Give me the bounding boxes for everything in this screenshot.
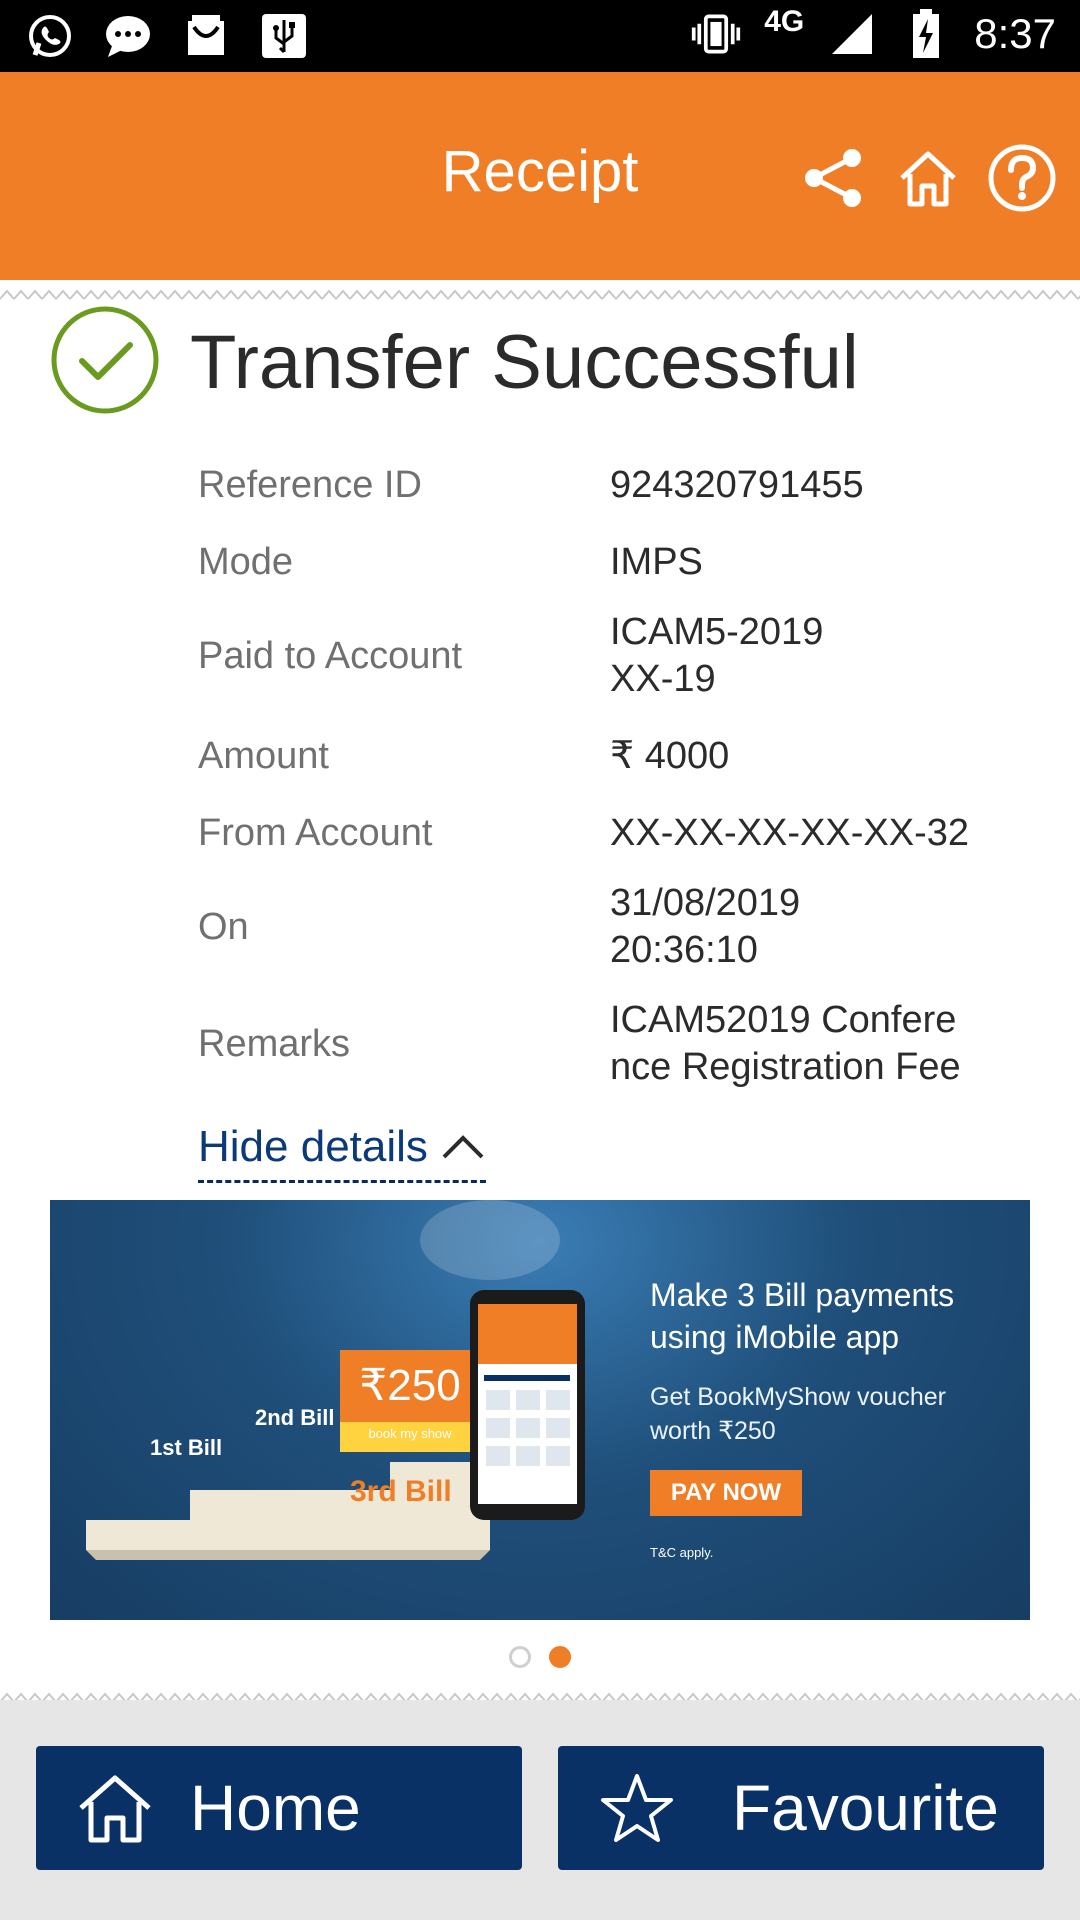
detail-value: 31/08/2019 20:36:10 xyxy=(610,880,800,974)
message-icon xyxy=(102,10,154,62)
home-button-label: Home xyxy=(190,1772,361,1844)
home-icon[interactable] xyxy=(892,142,964,214)
promo-banner[interactable]: 1st Bill 2nd Bill 3rd Bill ₹250 book my … xyxy=(50,1200,1030,1620)
banner-subtext: Get BookMyShow voucher worth ₹250 xyxy=(650,1383,946,1445)
receipt-edge-top xyxy=(0,287,1080,301)
favourite-button-label: Favourite xyxy=(732,1772,999,1844)
detail-value-line: 20:36:10 xyxy=(610,929,758,971)
success-header: Transfer Successful xyxy=(50,305,859,420)
step-1-label: 1st Bill xyxy=(150,1435,223,1460)
detail-label: On xyxy=(198,905,249,948)
detail-row: On 31/08/2019 20:36:10 xyxy=(198,880,1018,974)
banner-tnc: T&C apply. xyxy=(650,1545,714,1560)
clock: 8:37 xyxy=(974,10,1056,57)
detail-label: Reference ID xyxy=(198,463,422,506)
banner-headline: Make 3 Bill payments using iMobile app xyxy=(650,1277,955,1355)
battery-charging-icon xyxy=(900,8,952,60)
detail-value: ₹ 4000 xyxy=(610,734,730,777)
detail-value: IMPS xyxy=(610,540,703,583)
detail-row: Paid to Account ICAM5-2019 XX-19 xyxy=(198,609,1018,703)
whatsapp-icon xyxy=(24,10,76,62)
share-icon[interactable] xyxy=(798,142,870,214)
app-bar: Receipt xyxy=(0,72,1080,280)
usb-icon xyxy=(258,10,310,62)
detail-row: Amount ₹ 4000 xyxy=(198,726,1018,786)
detail-label: From Account xyxy=(198,811,433,854)
carousel-indicator xyxy=(0,1646,1080,1668)
home-outline-icon xyxy=(60,1770,170,1846)
detail-value: 924320791455 xyxy=(610,463,864,506)
detail-row: Remarks ICAM52019 Confere nce Registrati… xyxy=(198,997,1018,1091)
transfer-status-title: Transfer Successful xyxy=(190,320,859,405)
status-bar: 4G 8:37 xyxy=(0,0,1080,72)
detail-value-line: XX-19 xyxy=(610,658,716,700)
detail-label: Mode xyxy=(198,540,294,583)
vibrate-icon xyxy=(690,8,742,60)
carousel-dot[interactable] xyxy=(509,1646,531,1668)
detail-value-line: ICAM52019 Confere xyxy=(610,999,957,1041)
home-button[interactable]: Home xyxy=(36,1746,522,1870)
hide-details-toggle[interactable]: Hide details xyxy=(198,1122,486,1183)
signal-icon xyxy=(826,8,878,60)
detail-row: Mode IMPS xyxy=(198,532,1018,592)
chevron-up-icon xyxy=(440,1122,486,1172)
detail-value-line: nce Registration Fee xyxy=(610,1046,961,1088)
pay-now-button[interactable]: PAY NOW xyxy=(650,1470,802,1516)
step-2-label: 2nd Bill xyxy=(255,1405,335,1430)
detail-row: From Account XX-XX-XX-XX-XX-32 xyxy=(198,803,1018,863)
detail-label: Remarks xyxy=(198,1022,351,1065)
help-icon[interactable] xyxy=(986,142,1058,214)
detail-row: Reference ID 924320791455 xyxy=(198,455,1018,515)
star-outline-icon xyxy=(582,1770,692,1846)
carousel-dot-active[interactable] xyxy=(549,1646,571,1668)
footer-bar: Home Favourite xyxy=(0,1700,1080,1920)
detail-value: ICAM52019 Confere nce Registration Fee xyxy=(610,997,961,1091)
detail-label: Amount xyxy=(198,734,329,777)
voucher-brand: book my show xyxy=(368,1426,452,1441)
voucher-amount: ₹250 xyxy=(359,1361,461,1410)
detail-value: ICAM5-2019 XX-19 xyxy=(610,609,823,703)
hide-details-label: Hide details xyxy=(198,1122,428,1171)
transfer-details: Reference ID 924320791455 Mode IMPS Paid… xyxy=(198,455,1018,1091)
detail-value-line: 31/08/2019 xyxy=(610,882,801,924)
detail-value-line: ICAM5-2019 xyxy=(610,611,824,653)
detail-value: XX-XX-XX-XX-XX-32 xyxy=(610,811,969,854)
network-type: 4G xyxy=(764,5,805,38)
check-circle-icon xyxy=(50,305,160,420)
favourite-button[interactable]: Favourite xyxy=(558,1746,1044,1870)
detail-label: Paid to Account xyxy=(198,634,463,677)
step-3-label: 3rd Bill xyxy=(350,1475,452,1508)
shopping-icon xyxy=(180,10,232,62)
